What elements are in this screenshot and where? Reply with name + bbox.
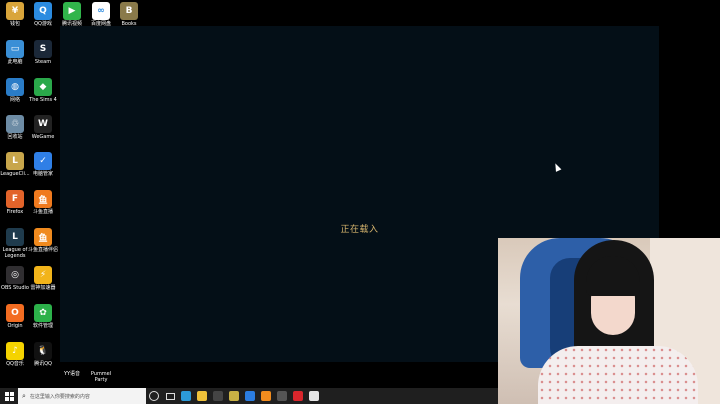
desktop-icon[interactable]: ⚡ 雷神加速器 xyxy=(28,266,58,291)
desktop-icon[interactable]: ✓ 电脑管家 xyxy=(28,152,58,177)
app-icon: ∞ xyxy=(92,2,110,20)
app-icon: Q xyxy=(34,2,52,20)
app-icon: 鱼 xyxy=(34,228,52,246)
steam-tb-icon xyxy=(309,391,319,401)
desktop-icon[interactable]: ◆ The Sims 4 xyxy=(28,78,58,103)
loading-text: 正在载入 xyxy=(340,225,379,235)
app-icon: ♲ xyxy=(6,115,24,133)
desktop-icon-label: 腾讯QQ xyxy=(34,361,52,367)
start-button[interactable] xyxy=(0,388,18,404)
desktop-icon-label: The Sims 4 xyxy=(29,97,57,103)
app-icon: 🐧 xyxy=(34,342,52,360)
cortana-button[interactable] xyxy=(146,388,162,404)
windows-logo-icon xyxy=(4,391,14,401)
taskbar-app-wegame[interactable] xyxy=(226,388,242,404)
taskbar-app-obs[interactable] xyxy=(274,388,290,404)
desktop-icon-label: 雷神加速器 xyxy=(30,285,56,291)
explorer-icon xyxy=(197,391,207,401)
desktop-icon[interactable]: Q QQ游戏 xyxy=(28,2,58,27)
desktop-icon[interactable]: B Books xyxy=(114,2,144,27)
desktop-icon-label: WeGame xyxy=(31,134,55,140)
cortana-icon xyxy=(149,391,159,401)
app-icon: ✓ xyxy=(34,152,52,170)
app-icon: ◆ xyxy=(34,78,52,96)
desktop-icon[interactable]: ▶ 腾讯视频 xyxy=(57,2,87,27)
desktop-icon-label: 斗鱼直播伴侣 xyxy=(27,247,58,253)
edge-icon xyxy=(181,391,191,401)
taskbar-app-steam-tb[interactable] xyxy=(306,388,322,404)
desktop-icon-label: 斗鱼直播 xyxy=(32,209,53,215)
obs-icon xyxy=(277,391,287,401)
desktop-icon-label: 电脑管家 xyxy=(32,171,53,177)
app-icon: ¥ xyxy=(6,2,24,20)
taskbar-app-netease-music[interactable] xyxy=(290,388,306,404)
desktop-icon[interactable]: W WeGame xyxy=(28,115,58,140)
app-icon: ⚡ xyxy=(34,266,52,284)
app-icon: ♪ xyxy=(6,342,24,360)
taskbar-app-app-dark[interactable] xyxy=(210,388,226,404)
desktop-icon-label: Steam xyxy=(34,59,52,65)
desktop-icon[interactable]: 鱼斗鱼直播伴侣 xyxy=(28,228,58,253)
app-icon: W xyxy=(34,115,52,133)
mouse-cursor-icon xyxy=(552,162,562,172)
app-icon: ◎ xyxy=(6,266,24,284)
app-icon: S xyxy=(34,40,52,58)
taskbar-app-orange-app[interactable] xyxy=(258,388,274,404)
taskbar-search-box[interactable]: ⌕ 在这里输入你要搜索的内容 xyxy=(18,388,146,404)
app-icon: ◍ xyxy=(6,78,24,96)
taskbar-apps xyxy=(178,388,322,404)
app-icon: L xyxy=(6,228,24,246)
app-icon: O xyxy=(6,304,24,322)
wegame-icon xyxy=(229,391,239,401)
webcam-overlay xyxy=(498,238,720,404)
app-dark-icon xyxy=(213,391,223,401)
app-icon: 鱼 xyxy=(34,190,52,208)
taskbar-app-explorer[interactable] xyxy=(194,388,210,404)
app-icon: L xyxy=(6,152,24,170)
orange-app-icon xyxy=(261,391,271,401)
task-view-button[interactable] xyxy=(162,388,178,404)
app-icon: ▭ xyxy=(6,40,24,58)
desktop-icon[interactable]: ✿ 软件管理 xyxy=(28,304,58,329)
taskbar-app-store[interactable] xyxy=(242,388,258,404)
desktop-icon[interactable]: 鱼斗鱼直播 xyxy=(28,190,58,215)
search-placeholder: 在这里输入你要搜索的内容 xyxy=(29,393,90,400)
netease-music-icon xyxy=(293,391,303,401)
desktop-icon-label: Pummel Party xyxy=(90,371,112,383)
taskbar-app-edge[interactable] xyxy=(178,388,194,404)
taskbar: ⌕ 在这里输入你要搜索的内容 xyxy=(0,388,498,404)
desktop-icon[interactable]: 🐧 腾讯QQ xyxy=(28,342,58,367)
store-icon xyxy=(245,391,255,401)
app-icon: F xyxy=(6,190,24,208)
task-view-icon xyxy=(165,392,175,400)
app-icon: ▶ xyxy=(63,2,81,20)
app-icon: B xyxy=(120,2,138,20)
desktop-icon[interactable]: S Steam xyxy=(28,40,58,65)
desktop-icon-label: 软件管理 xyxy=(32,323,53,329)
desktop-icon[interactable]: L League of Legends xyxy=(0,228,30,259)
app-icon: ✿ xyxy=(34,304,52,322)
search-icon: ⌕ xyxy=(22,391,26,400)
